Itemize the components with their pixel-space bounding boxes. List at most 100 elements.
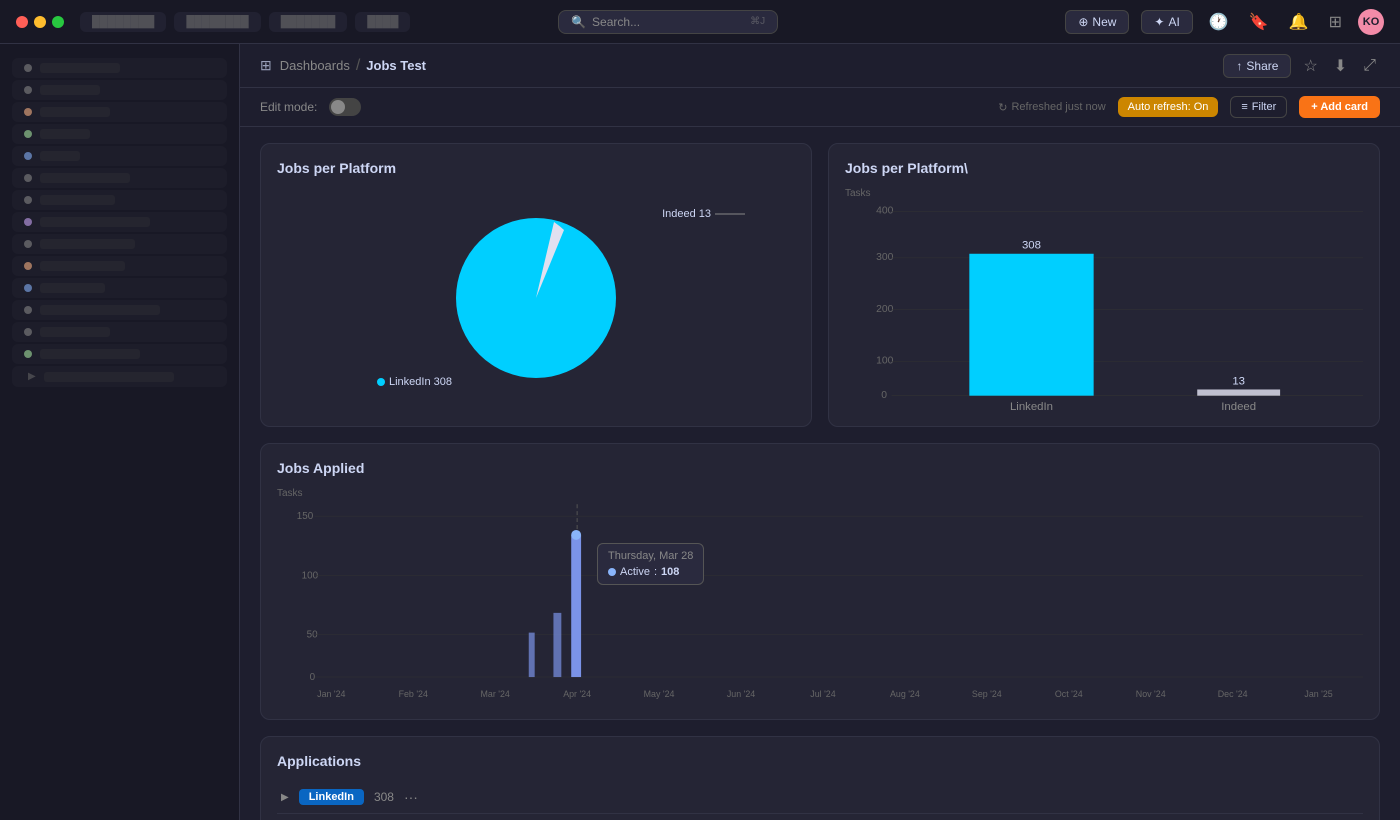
pie-chart-svg [436, 198, 636, 398]
svg-text:LinkedIn: LinkedIn [1010, 401, 1053, 410]
sidebar-item-10[interactable] [12, 256, 227, 276]
sidebar-item-13[interactable] [12, 322, 227, 342]
share-label: Share [1246, 59, 1278, 73]
sidebar-dot-10 [24, 262, 32, 270]
linkedin-more-button[interactable]: ··· [404, 789, 418, 805]
search-shortcut: ⌘J [750, 16, 765, 27]
sidebar-item-6[interactable] [12, 168, 227, 188]
edit-mode-label: Edit mode: [260, 100, 317, 114]
auto-refresh-button[interactable]: Auto refresh: On [1118, 97, 1219, 117]
bookmark-icon[interactable]: 🔖 [1245, 8, 1273, 36]
svg-text:Jan '24: Jan '24 [317, 689, 345, 699]
line-chart-title: Jobs Applied [277, 460, 1363, 476]
traffic-lights [16, 16, 64, 28]
edit-mode-toggle[interactable] [329, 98, 361, 116]
filter-button[interactable]: ≡ Filter [1230, 96, 1287, 118]
filter-icon: ≡ [1241, 101, 1247, 113]
sidebar-item-7[interactable] [12, 190, 227, 210]
grid-icon[interactable]: ⊞ [1325, 8, 1346, 36]
search-bar[interactable]: 🔍 Search... ⌘J [558, 10, 778, 34]
sidebar-item-9[interactable] [12, 234, 227, 254]
nav-tab-1[interactable]: ████████ [80, 12, 166, 32]
sidebar-dot-4 [24, 130, 32, 138]
plus-icon: ⊕ [1078, 15, 1088, 29]
sidebar-item-5[interactable] [12, 146, 227, 166]
pie-chart-title: Jobs per Platform [277, 160, 795, 176]
pie-chart-card: Jobs per Platform [260, 143, 812, 427]
expand-linkedin-button[interactable]: ▶ [281, 792, 289, 803]
nav-tab-4[interactable]: ████ [355, 12, 410, 32]
star-icon[interactable]: ☆ [1299, 52, 1321, 80]
bar-chart-y-label: Tasks [845, 188, 1363, 199]
share-icon: ↑ [1236, 59, 1242, 73]
sidebar-dot-12 [24, 306, 32, 314]
bar-chart-title: Jobs per Platform\ [845, 160, 1363, 176]
sidebar-item-1[interactable] [12, 58, 227, 78]
sidebar-label-4 [40, 129, 90, 139]
svg-text:13: 13 [1232, 375, 1245, 387]
sidebar-dot-1 [24, 64, 32, 72]
svg-text:Nov '24: Nov '24 [1136, 689, 1166, 699]
sidebar-item-4[interactable] [12, 124, 227, 144]
svg-text:200: 200 [876, 304, 894, 315]
add-card-button[interactable]: + Add card [1299, 96, 1380, 118]
svg-text:300: 300 [876, 252, 894, 263]
svg-text:Aug '24: Aug '24 [890, 689, 920, 699]
nav-tab-3[interactable]: ███████ [269, 12, 348, 32]
minimize-traffic-light[interactable] [34, 16, 46, 28]
refresh-icon: ↻ [998, 101, 1007, 114]
sidebar-label-8 [40, 217, 150, 227]
sidebar-dot-14 [24, 350, 32, 358]
sidebar-item-12[interactable] [12, 300, 227, 320]
toolbar-right: ↻ Refreshed just now Auto refresh: On ≡ … [998, 96, 1380, 118]
sidebar-item-15[interactable]: ▶ [12, 366, 227, 387]
sidebar-dot-7 [24, 196, 32, 204]
app-row-indeed: ▶ Indeed 13 ··· [277, 814, 1363, 820]
sidebar-item-3[interactable] [12, 102, 227, 122]
content-area: ⊞ Dashboards / Jobs Test ↑ Share ☆ ⬇ ⤢ E… [240, 44, 1400, 820]
svg-text:Jan '25: Jan '25 [1304, 689, 1332, 699]
line-chart-card: Jobs Applied Tasks Thursday, Mar 28 Acti… [260, 443, 1380, 720]
svg-text:0: 0 [310, 672, 316, 683]
ai-label: AI [1168, 15, 1179, 29]
sidebar: ▶ [0, 44, 240, 820]
clock-icon[interactable]: 🕐 [1205, 8, 1233, 36]
sidebar-label-9 [40, 239, 135, 249]
avatar[interactable]: KO [1358, 9, 1384, 35]
download-icon[interactable]: ⬇ [1330, 52, 1351, 80]
sidebar-label-10 [40, 261, 125, 271]
new-button[interactable]: ⊕ New [1065, 10, 1129, 34]
svg-text:100: 100 [876, 356, 894, 367]
dashboard: Jobs per Platform [240, 127, 1400, 820]
filter-label: Filter [1252, 101, 1276, 113]
sidebar-dot-11 [24, 284, 32, 292]
refresh-label: Refreshed just now [1011, 101, 1105, 113]
charts-row: Jobs per Platform [260, 143, 1380, 427]
sidebar-item-11[interactable] [12, 278, 227, 298]
fullscreen-traffic-light[interactable] [52, 16, 64, 28]
sidebar-item-2[interactable] [12, 80, 227, 100]
svg-text:50: 50 [307, 630, 318, 641]
top-actions: ⊕ New ✦ AI 🕐 🔖 🔔 ⊞ KO [1065, 8, 1384, 36]
bar-chart-card: Jobs per Platform\ Tasks 400 300 200 100 [828, 143, 1380, 427]
svg-text:Feb '24: Feb '24 [399, 689, 428, 699]
fullscreen-icon[interactable]: ⤢ [1359, 53, 1380, 79]
share-button[interactable]: ↑ Share [1223, 54, 1291, 78]
sidebar-dot-2 [24, 86, 32, 94]
linkedin-count: 308 [374, 790, 394, 804]
svg-text:0: 0 [881, 390, 887, 401]
svg-text:Sep '24: Sep '24 [972, 689, 1002, 699]
sidebar-label-2 [40, 85, 100, 95]
sidebar-label-15 [44, 372, 174, 382]
top-bar: ████████ ████████ ███████ ████ 🔍 Search.… [0, 0, 1400, 44]
sidebar-item-8[interactable] [12, 212, 227, 232]
ai-button[interactable]: ✦ AI [1141, 10, 1192, 34]
nav-tab-2[interactable]: ████████ [174, 12, 260, 32]
close-traffic-light[interactable] [16, 16, 28, 28]
sidebar-dot-5 [24, 152, 32, 160]
bell-icon[interactable]: 🔔 [1285, 8, 1313, 36]
svg-text:150: 150 [297, 511, 314, 522]
sidebar-item-14[interactable] [12, 344, 227, 364]
sidebar-label-14 [40, 349, 140, 359]
svg-text:Jul '24: Jul '24 [810, 689, 835, 699]
